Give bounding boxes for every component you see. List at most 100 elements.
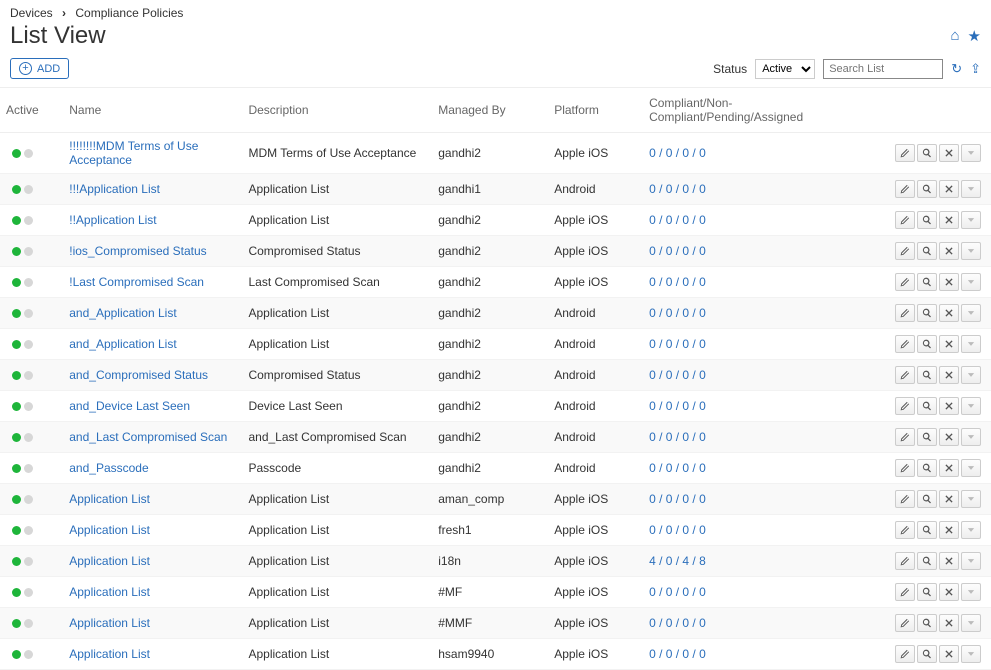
column-header-active[interactable]: Active	[0, 88, 63, 133]
delete-button[interactable]	[939, 273, 959, 291]
more-button[interactable]	[961, 180, 981, 198]
edit-button[interactable]	[895, 211, 915, 229]
refresh-icon[interactable]: ↻	[951, 61, 962, 77]
delete-button[interactable]	[939, 428, 959, 446]
view-button[interactable]	[917, 304, 937, 322]
export-icon[interactable]: ⇪	[970, 61, 981, 77]
edit-button[interactable]	[895, 428, 915, 446]
more-button[interactable]	[961, 273, 981, 291]
status-select[interactable]: Active	[755, 59, 815, 79]
edit-button[interactable]	[895, 366, 915, 384]
more-button[interactable]	[961, 304, 981, 322]
delete-button[interactable]	[939, 366, 959, 384]
policy-name-link[interactable]: Application List	[69, 647, 150, 661]
delete-button[interactable]	[939, 211, 959, 229]
search-input[interactable]	[823, 59, 943, 79]
more-button[interactable]	[961, 490, 981, 508]
delete-button[interactable]	[939, 552, 959, 570]
edit-button[interactable]	[895, 144, 915, 162]
delete-button[interactable]	[939, 180, 959, 198]
policy-platform: Apple iOS	[548, 267, 643, 298]
view-button[interactable]	[917, 645, 937, 663]
view-button[interactable]	[917, 552, 937, 570]
column-header-managed-by[interactable]: Managed By	[432, 88, 548, 133]
more-button[interactable]	[961, 335, 981, 353]
view-button[interactable]	[917, 490, 937, 508]
edit-button[interactable]	[895, 583, 915, 601]
view-button[interactable]	[917, 459, 937, 477]
view-button[interactable]	[917, 583, 937, 601]
policy-name-link[interactable]: Application List	[69, 616, 150, 630]
more-button[interactable]	[961, 428, 981, 446]
policy-name-link[interactable]: Application List	[69, 523, 150, 537]
view-button[interactable]	[917, 428, 937, 446]
more-button[interactable]	[961, 645, 981, 663]
more-button[interactable]	[961, 211, 981, 229]
view-button[interactable]	[917, 144, 937, 162]
edit-button[interactable]	[895, 614, 915, 632]
delete-button[interactable]	[939, 242, 959, 260]
delete-button[interactable]	[939, 490, 959, 508]
more-button[interactable]	[961, 242, 981, 260]
policy-name-link[interactable]: Application List	[69, 585, 150, 599]
column-header-compliance[interactable]: Compliant/Non-Compliant/Pending/Assigned	[643, 88, 875, 133]
edit-button[interactable]	[895, 521, 915, 539]
policy-name-link[interactable]: and_Application List	[69, 306, 176, 320]
column-header-platform[interactable]: Platform	[548, 88, 643, 133]
more-button[interactable]	[961, 366, 981, 384]
home-icon[interactable]: ⌂	[950, 27, 959, 45]
delete-button[interactable]	[939, 397, 959, 415]
policy-name-link[interactable]: !!Application List	[69, 213, 156, 227]
policy-name-link[interactable]: and_Compromised Status	[69, 368, 208, 382]
view-button[interactable]	[917, 180, 937, 198]
edit-button[interactable]	[895, 490, 915, 508]
delete-button[interactable]	[939, 583, 959, 601]
policy-name-link[interactable]: and_Last Compromised Scan	[69, 430, 227, 444]
policy-name-link[interactable]: !!!Application List	[69, 182, 160, 196]
policy-name-link[interactable]: Application List	[69, 554, 150, 568]
edit-button[interactable]	[895, 242, 915, 260]
edit-button[interactable]	[895, 335, 915, 353]
edit-button[interactable]	[895, 645, 915, 663]
policy-name-link[interactable]: and_Passcode	[69, 461, 148, 475]
view-button[interactable]	[917, 211, 937, 229]
edit-button[interactable]	[895, 552, 915, 570]
view-button[interactable]	[917, 335, 937, 353]
view-button[interactable]	[917, 397, 937, 415]
edit-button[interactable]	[895, 180, 915, 198]
view-button[interactable]	[917, 614, 937, 632]
delete-button[interactable]	[939, 304, 959, 322]
more-button[interactable]	[961, 521, 981, 539]
more-button[interactable]	[961, 144, 981, 162]
column-header-name[interactable]: Name	[63, 88, 242, 133]
add-button[interactable]: + ADD	[10, 58, 69, 79]
view-button[interactable]	[917, 273, 937, 291]
view-button[interactable]	[917, 521, 937, 539]
policy-name-link[interactable]: !!!!!!!!MDM Terms of Use Acceptance	[69, 139, 198, 167]
edit-button[interactable]	[895, 459, 915, 477]
delete-button[interactable]	[939, 335, 959, 353]
delete-button[interactable]	[939, 614, 959, 632]
policy-name-link[interactable]: !ios_Compromised Status	[69, 244, 206, 258]
column-header-description[interactable]: Description	[242, 88, 432, 133]
more-button[interactable]	[961, 614, 981, 632]
delete-button[interactable]	[939, 521, 959, 539]
policy-name-link[interactable]: and_Application List	[69, 337, 176, 351]
policy-name-link[interactable]: !Last Compromised Scan	[69, 275, 204, 289]
more-button[interactable]	[961, 552, 981, 570]
star-icon[interactable]: ★	[968, 27, 981, 45]
policy-name-link[interactable]: and_Device Last Seen	[69, 399, 190, 413]
breadcrumb-root[interactable]: Devices	[10, 6, 53, 20]
delete-button[interactable]	[939, 645, 959, 663]
edit-button[interactable]	[895, 304, 915, 322]
policy-name-link[interactable]: Application List	[69, 492, 150, 506]
more-button[interactable]	[961, 583, 981, 601]
view-button[interactable]	[917, 242, 937, 260]
more-button[interactable]	[961, 397, 981, 415]
delete-button[interactable]	[939, 459, 959, 477]
more-button[interactable]	[961, 459, 981, 477]
edit-button[interactable]	[895, 273, 915, 291]
delete-button[interactable]	[939, 144, 959, 162]
view-button[interactable]	[917, 366, 937, 384]
edit-button[interactable]	[895, 397, 915, 415]
